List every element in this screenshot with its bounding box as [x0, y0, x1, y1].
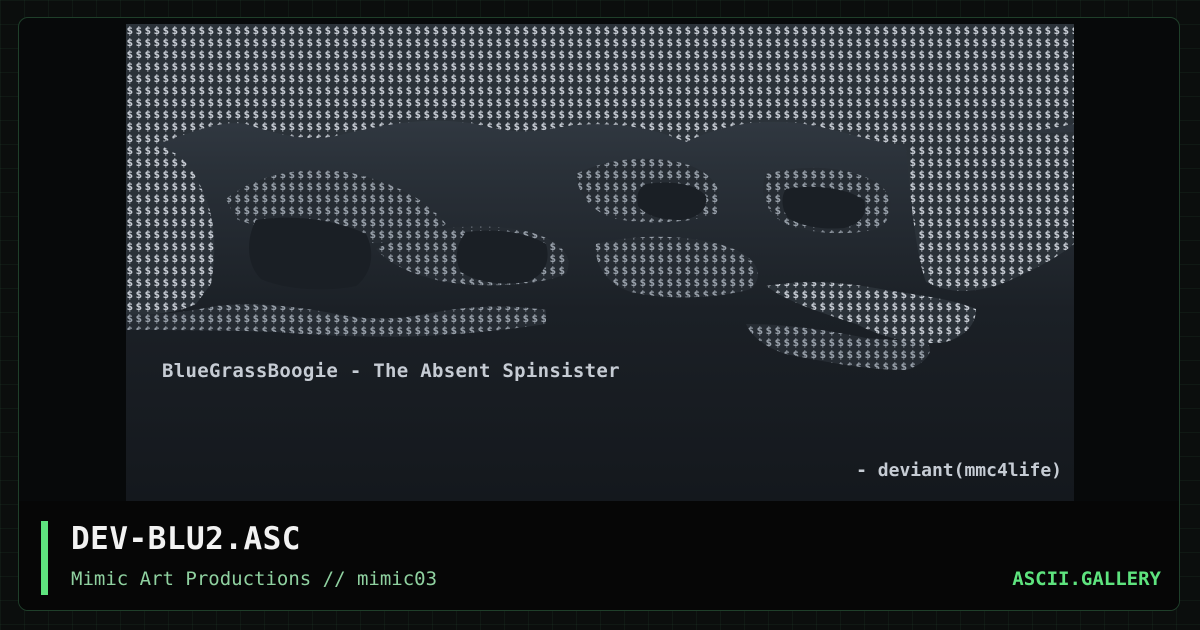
file-subtitle: Mimic Art Productions // mimic03	[71, 568, 438, 590]
file-title: DEV-BLU2.ASC	[71, 521, 301, 557]
ascii-art-preview: $ $	[126, 24, 1074, 501]
artwork-caption: BlueGrassBoogie - The Absent Spinsister	[162, 360, 620, 382]
artwork-credit: - deviant(mmc4life)	[856, 460, 1062, 481]
accent-bar	[41, 521, 48, 595]
site-brand-link[interactable]: ASCII.GALLERY	[1012, 568, 1161, 590]
artwork-card: $ $	[18, 17, 1180, 611]
info-footer: DEV-BLU2.ASC Mimic Art Productions // mi…	[19, 501, 1179, 610]
ascii-art-image: $ $	[126, 24, 1074, 370]
